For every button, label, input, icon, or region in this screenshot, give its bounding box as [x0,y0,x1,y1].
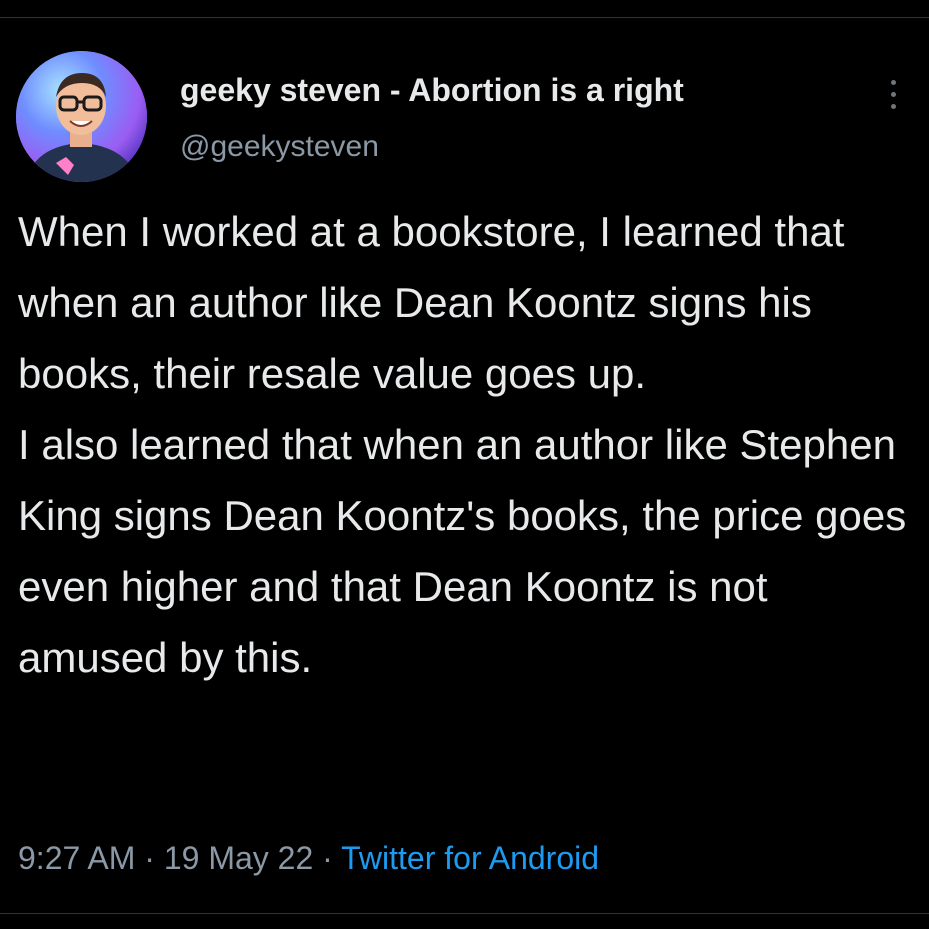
author-display-name[interactable]: geeky steven - Abortion is a right [180,72,684,109]
more-vertical-icon [890,79,896,85]
author-handle[interactable]: @geekysteven [180,130,379,164]
tweet-date[interactable]: 19 May 22 [164,840,313,876]
more-vertical-icon-dot [890,91,896,97]
tweet-paragraph: I also learned that when an author like … [18,421,907,681]
more-vertical-icon-dot [890,103,896,109]
avatar[interactable] [16,51,147,182]
more-options-button[interactable] [878,74,908,114]
tweet-text: When I worked at a bookstore, I learned … [18,196,918,693]
meta-separator: · [144,840,155,876]
tweet-time[interactable]: 9:27 AM [18,840,135,876]
tweet-meta: 9:27 AM · 19 May 22 · Twitter for Androi… [18,840,599,877]
meta-separator: · [322,840,333,876]
tweet-source-link[interactable]: Twitter for Android [341,840,599,876]
tweet-paragraph: When I worked at a bookstore, I learned … [18,208,845,397]
top-divider [0,17,929,18]
bottom-divider [0,913,929,914]
avatar-image [16,51,147,182]
